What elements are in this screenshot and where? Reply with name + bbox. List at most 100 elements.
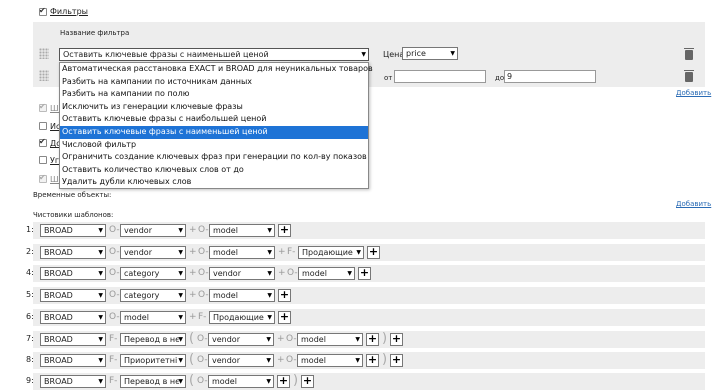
add-part-button[interactable]: + — [390, 354, 403, 367]
add-part-button[interactable]: + — [277, 375, 290, 388]
operator-o: O- — [287, 268, 298, 278]
template-part-select[interactable]: model ▼ — [209, 246, 275, 259]
plus-operator: + — [189, 268, 197, 278]
template-part-select[interactable]: BROAD ▼ — [40, 289, 106, 302]
operator-o: O- — [197, 334, 208, 344]
operator-o: O- — [286, 334, 297, 344]
add-part-button[interactable]: + — [390, 333, 403, 346]
template-part-select[interactable]: vendor ▼ — [120, 246, 186, 259]
chevron-down-icon: ▼ — [178, 292, 183, 299]
template-part-select[interactable]: category ▼ — [120, 289, 186, 302]
template-part-select[interactable]: model ▼ — [209, 289, 275, 302]
operator-o: O- — [109, 312, 120, 322]
trash-icon[interactable] — [684, 70, 694, 82]
chevron-down-icon: ▼ — [98, 314, 103, 321]
template-part-select[interactable]: BROAD ▼ — [40, 224, 106, 237]
select-value: Приоритетні — [124, 356, 178, 365]
template-part-select[interactable]: model ▼ — [297, 333, 363, 346]
template-part-select[interactable]: Продающие ▼ — [298, 246, 364, 259]
template-part-select[interactable]: vendor ▼ — [120, 224, 186, 237]
drag-handle-icon[interactable] — [39, 48, 49, 59]
drag-handle-icon[interactable] — [39, 70, 49, 81]
dropdown-option[interactable]: Числовой фильтр — [60, 139, 368, 152]
checkbox-1[interactable] — [39, 102, 47, 112]
operator-f: F- — [109, 376, 118, 386]
checkbox-5[interactable] — [39, 173, 47, 183]
template-part-select[interactable]: category ▼ — [120, 267, 186, 280]
select-value: model — [124, 313, 149, 322]
select-value: vendor — [124, 226, 152, 235]
add-part-button[interactable]: + — [367, 246, 380, 259]
close-paren: ) — [293, 373, 299, 388]
template-part-select[interactable]: model ▼ — [209, 224, 275, 237]
chevron-down-icon: ▼ — [266, 357, 271, 364]
template-part-select[interactable]: BROAD ▼ — [40, 311, 106, 324]
checkbox-4[interactable] — [39, 156, 47, 164]
template-part-select[interactable]: Продающие ▼ — [209, 311, 275, 324]
trash-icon[interactable] — [684, 48, 694, 60]
chevron-down-icon: ▼ — [450, 50, 455, 57]
template-part-select[interactable]: vendor ▼ — [208, 333, 274, 346]
dropdown-option[interactable]: Ограничить создание ключевых фраз при ге… — [60, 151, 368, 164]
select-value: BROAD — [44, 248, 73, 257]
add-part-button[interactable]: + — [301, 375, 314, 388]
dropdown-option[interactable]: Оставить ключевые фразы с наибольшей цен… — [60, 113, 368, 126]
add-part-button[interactable]: + — [278, 224, 291, 237]
operator-o: O- — [197, 355, 208, 365]
filter-type-dropdown[interactable]: Автоматическая расстановка EXACT и BROAD… — [59, 62, 373, 189]
chevron-down-icon: ▼ — [267, 292, 272, 299]
filters-checkbox[interactable] — [39, 6, 47, 16]
plus-operator: + — [189, 312, 197, 322]
dropdown-option[interactable]: Исключить из генерации ключевые фразы — [60, 101, 368, 114]
select-value: BROAD — [44, 226, 73, 235]
to-input[interactable]: 9 — [504, 70, 596, 83]
filter-type-select[interactable]: Оставить ключевые фразы с наименьшей цен… — [59, 48, 369, 61]
add-part-button[interactable]: + — [358, 267, 371, 280]
select-value: model — [301, 356, 326, 365]
template-part-select[interactable]: Перевод в нє ▼ — [120, 375, 186, 388]
plus-operator: + — [189, 225, 197, 235]
add-part-button[interactable]: + — [366, 333, 379, 346]
checkbox-3[interactable] — [39, 137, 47, 147]
add-filter-link[interactable]: Добавить — [676, 89, 711, 97]
add-part-button[interactable]: + — [278, 289, 291, 302]
dropdown-option[interactable]: Удалить дубли ключевых слов — [60, 176, 368, 189]
template-part-select[interactable]: BROAD ▼ — [40, 246, 106, 259]
template-part-select[interactable]: model ▼ — [120, 311, 186, 324]
checkbox-2[interactable] — [39, 122, 47, 130]
dropdown-option[interactable]: Автоматическая расстановка EXACT и BROAD… — [60, 63, 373, 76]
filters-label[interactable]: Фильтры — [50, 7, 88, 16]
add-temporary-link[interactable]: Добавить — [676, 200, 711, 208]
dropdown-option[interactable]: Разбить на кампании по полю — [60, 88, 368, 101]
template-part-select[interactable]: Приоритетні ▼ — [120, 354, 186, 367]
chevron-down-icon: ▼ — [361, 51, 366, 58]
row-number: 4: — [26, 268, 34, 277]
template-part-select[interactable]: vendor ▼ — [208, 354, 274, 367]
template-part-select[interactable]: vendor ▼ — [209, 267, 275, 280]
dropdown-option[interactable]: Разбить на кампании по источникам данных — [60, 76, 368, 89]
add-part-button[interactable]: + — [278, 311, 291, 324]
template-part-select[interactable]: model ▼ — [298, 267, 355, 280]
template-part-select[interactable]: BROAD ▼ — [40, 333, 106, 346]
chevron-down-icon: ▼ — [267, 249, 272, 256]
from-input[interactable] — [394, 70, 486, 83]
chevron-down-icon: ▼ — [178, 314, 183, 321]
template-part-select[interactable]: model ▼ — [297, 354, 363, 367]
add-part-button[interactable]: + — [366, 354, 379, 367]
template-part-select[interactable]: model ▼ — [208, 375, 274, 388]
select-value: Перевод в нє — [124, 377, 180, 386]
price-param-select[interactable]: price ▼ — [402, 47, 458, 60]
dropdown-option[interactable]: Оставить ключевые фразы с наименьшей цен… — [60, 125, 368, 139]
template-part-select[interactable]: BROAD ▼ — [40, 267, 106, 280]
dropdown-option[interactable]: Оставить количество ключевых слов от до — [60, 164, 368, 177]
row-number: 5: — [26, 290, 34, 299]
select-value: BROAD — [44, 291, 73, 300]
operator-o: O- — [109, 268, 120, 278]
template-part-select[interactable]: Перевод в нє ▼ — [120, 333, 186, 346]
chevron-down-icon: ▼ — [178, 336, 183, 343]
select-value: vendor — [212, 335, 240, 344]
partial-label-4: Уг — [50, 156, 60, 165]
operator-o: O- — [109, 225, 120, 235]
template-part-select[interactable]: BROAD ▼ — [40, 375, 106, 388]
template-part-select[interactable]: BROAD ▼ — [40, 354, 106, 367]
